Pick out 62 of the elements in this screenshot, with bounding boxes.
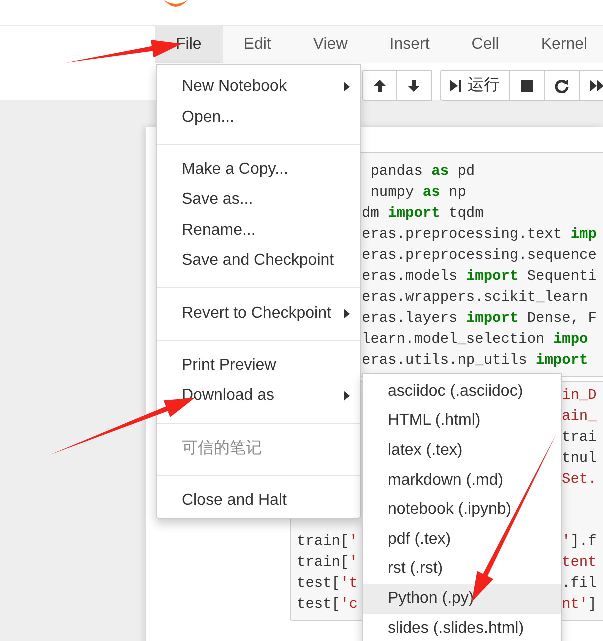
code-line: train[': [297, 554, 359, 573]
code-line: eras.preprocessing.sequence: [362, 247, 597, 266]
code-line: pandas as pd: [370, 163, 476, 182]
code-line: eras.utils.np_utils import: [362, 352, 588, 371]
menu-item[interactable]: rst (.rst): [363, 554, 561, 584]
move-up-button[interactable]: [362, 70, 397, 101]
code-line: learn.model_selection impo: [362, 331, 588, 350]
menu-item[interactable]: Revert to Checkpoint: [157, 298, 360, 329]
code-line: train[': [297, 533, 359, 552]
run-button[interactable]: 运行: [440, 70, 510, 101]
code-line: eras.preprocessing.text imp: [362, 226, 597, 245]
code-line: eras.wrappers.scikit_learn: [362, 289, 588, 308]
menu-item[interactable]: slides (.slides.html): [363, 614, 561, 641]
submenu-caret-icon: [344, 391, 350, 402]
stop-button[interactable]: [510, 70, 545, 101]
submenu-caret-icon: [344, 308, 350, 319]
code-line: dm import tqdm: [362, 205, 484, 224]
code-line: Set.: [562, 471, 597, 490]
menu-item[interactable]: pdf (.tex): [363, 524, 561, 555]
menu-item[interactable]: HTML (.html): [363, 406, 561, 436]
submenu-caret-icon: [344, 82, 350, 92]
menu-item[interactable]: asciidoc (.asciidoc): [363, 377, 561, 407]
menu-item[interactable]: New Notebook: [157, 72, 360, 102]
code-line: '].f: [562, 533, 597, 552]
arrow-down-icon: [407, 78, 421, 92]
menu-item[interactable]: markdown (.md): [363, 466, 561, 496]
code-line: test['c: [297, 596, 359, 615]
code-line: tnul: [562, 450, 597, 469]
menu-item[interactable]: latex (.tex): [363, 436, 561, 466]
menu-item[interactable]: Make a Copy...: [157, 154, 360, 186]
code-line: eras.models import Sequenti: [362, 268, 597, 287]
code-line: trai: [562, 429, 597, 448]
fast-forward-icon: [590, 78, 603, 92]
code-line: tent: [562, 554, 597, 573]
code-line: test['t: [297, 575, 359, 594]
menu-item[interactable]: Save and Checkpoint: [157, 246, 360, 276]
menu-item[interactable]: Open...: [157, 102, 360, 133]
menu-item[interactable]: File: [155, 26, 223, 63]
menu-item[interactable]: Python (.py): [363, 584, 561, 614]
restart-button[interactable]: [545, 70, 580, 101]
menu-item[interactable]: Insert: [368, 26, 451, 63]
menu-item[interactable]: Edit: [222, 26, 292, 63]
code-line: .fil: [562, 575, 597, 594]
menu-item[interactable]: Close and Halt: [157, 486, 360, 516]
menu-item[interactable]: Kernel: [520, 26, 603, 63]
restart-icon: [555, 78, 569, 92]
menu-item[interactable]: notebook (.ipynb): [363, 495, 561, 525]
arrow-up-icon: [372, 78, 386, 92]
menu-item[interactable]: Save as...: [157, 185, 360, 216]
code-line: nt']: [562, 596, 597, 615]
stop-icon: [520, 78, 534, 92]
menu-item[interactable]: Print Preview: [157, 350, 360, 382]
code-line: numpy as np: [370, 184, 466, 203]
code-line: in_D: [562, 387, 597, 406]
menu-item[interactable]: Cell: [450, 26, 520, 63]
step-icon: [450, 78, 462, 92]
menu-item[interactable]: View: [292, 26, 369, 63]
code-line: eras.layers import Dense, F: [362, 310, 597, 329]
move-down-button[interactable]: [397, 70, 432, 101]
code-line: ain_: [562, 408, 597, 427]
menu-item[interactable]: Rename...: [157, 216, 360, 246]
menu-item[interactable]: Download as: [157, 381, 360, 412]
